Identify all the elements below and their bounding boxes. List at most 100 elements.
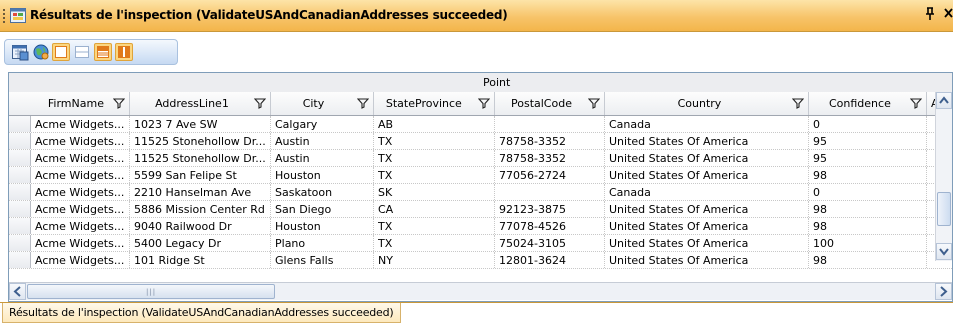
pin-icon[interactable] — [925, 7, 935, 25]
table-cell-country[interactable]: United States Of America — [609, 220, 807, 233]
table-cell-city[interactable]: Austin — [275, 152, 372, 165]
table-cell-stateprovince[interactable]: TX — [378, 169, 493, 182]
table-cell-firmname[interactable]: Acme Widgets... — [35, 203, 128, 216]
table-cell-city[interactable]: Houston — [275, 169, 372, 182]
table-cell-postalcode[interactable]: 75024-3105 — [499, 237, 603, 250]
table-cell-city[interactable]: Houston — [275, 220, 372, 233]
scroll-up-button[interactable] — [936, 92, 952, 109]
row-selector[interactable] — [9, 252, 31, 268]
column-header-country[interactable]: Country — [605, 92, 809, 115]
table-cell-city[interactable]: Austin — [275, 135, 372, 148]
table-cell-postalcode[interactable]: 77056-2724 — [499, 169, 603, 182]
vertical-scrollbar[interactable] — [935, 92, 952, 261]
filter-icon[interactable] — [909, 97, 923, 109]
table-cell-country[interactable]: United States Of America — [609, 254, 807, 267]
table-cell-addressline1[interactable]: 5886 Mission Center Rd — [134, 203, 269, 216]
table-cell-country[interactable]: Canada — [609, 186, 807, 199]
row-selector[interactable] — [9, 150, 31, 166]
table-cell-confidence[interactable]: 95 — [813, 135, 925, 148]
table-cell-postalcode[interactable]: 77078-4526 — [499, 220, 603, 233]
table-cell-postalcode[interactable]: 78758-3352 — [499, 135, 603, 148]
table-cell-postalcode[interactable]: 92123-3875 — [499, 203, 603, 216]
table-cell-firmname[interactable]: Acme Widgets... — [35, 118, 128, 131]
table-cell-stateprovince[interactable]: AB — [378, 118, 493, 131]
table-cell-postalcode[interactable]: 12801-3624 — [499, 254, 603, 267]
table-cell-stateprovince[interactable]: CA — [378, 203, 493, 216]
table-cell-addressline1[interactable]: 101 Ridge St — [134, 254, 269, 267]
layout-split-icon[interactable] — [94, 43, 112, 61]
row-selector[interactable] — [9, 133, 31, 149]
column-header-city[interactable]: City — [271, 92, 374, 115]
table-cell-addressline1[interactable]: 1023 7 Ave SW — [134, 118, 269, 131]
globe-icon[interactable] — [32, 43, 50, 61]
column-header-confidence[interactable]: Confidence — [809, 92, 927, 115]
layout-horizontal-icon[interactable] — [73, 43, 91, 61]
row-selector[interactable] — [9, 235, 31, 251]
table-cell-firmname[interactable]: Acme Widgets... — [35, 254, 128, 267]
column-header-postalcode[interactable]: PostalCode — [495, 92, 605, 115]
filter-icon[interactable] — [791, 97, 805, 109]
filter-icon[interactable] — [112, 97, 126, 109]
table-cell-confidence[interactable]: 98 — [813, 220, 925, 233]
table-cell-postalcode[interactable]: 78758-3352 — [499, 152, 603, 165]
horizontal-scroll-thumb[interactable]: ||| — [27, 284, 275, 299]
table-cell-country[interactable]: United States Of America — [609, 203, 807, 216]
tab-inspection-results[interactable]: Résultats de l'inspection (ValidateUSAnd… — [2, 303, 401, 323]
table-cell-confidence[interactable]: 98 — [813, 254, 925, 267]
row-selector[interactable] — [9, 167, 31, 183]
table-row[interactable]: Acme Widgets... 2210 Hanselman Ave Saskato… — [9, 184, 952, 201]
save-grid-icon[interactable] — [11, 43, 29, 61]
table-cell-city[interactable]: Glens Falls — [275, 254, 372, 267]
table-cell-country[interactable]: Canada — [609, 118, 807, 131]
table-cell-city[interactable]: Plano — [275, 237, 372, 250]
layout-vertical-icon[interactable] — [115, 43, 133, 61]
table-cell-addressline1[interactable]: 11525 Stonehollow Dr... — [134, 135, 269, 148]
table-cell-country[interactable]: United States Of America — [609, 237, 807, 250]
table-row[interactable]: Acme Widgets... 1023 7 Ave SW Calgary AB Can… — [9, 116, 952, 133]
table-row[interactable]: Acme Widgets... 5886 Mission Center Rd San… — [9, 201, 952, 218]
table-cell-firmname[interactable]: Acme Widgets... — [35, 186, 128, 199]
table-cell-addressline1[interactable]: 9040 Railwood Dr — [134, 220, 269, 233]
table-row[interactable]: Acme Widgets... 101 Ridge St Glens Falls NY… — [9, 252, 952, 269]
column-header-stateprovince[interactable]: StateProvince — [374, 92, 495, 115]
horizontal-scrollbar[interactable]: ||| — [9, 282, 952, 300]
table-cell-confidence[interactable]: 98 — [813, 169, 925, 182]
table-row[interactable]: Acme Widgets... 5400 Legacy Dr Plano TX 7502… — [9, 235, 952, 252]
row-selector[interactable] — [9, 184, 31, 200]
table-cell-confidence[interactable]: 95 — [813, 152, 925, 165]
table-cell-addressline1[interactable]: 5400 Legacy Dr — [134, 237, 269, 250]
table-cell-stateprovince[interactable]: TX — [378, 152, 493, 165]
filter-icon[interactable] — [587, 97, 601, 109]
table-cell-country[interactable]: United States Of America — [609, 152, 807, 165]
table-cell-city[interactable]: San Diego — [275, 203, 372, 216]
column-header-addressline1[interactable]: AddressLine1 — [130, 92, 271, 115]
table-cell-firmname[interactable]: Acme Widgets... — [35, 169, 128, 182]
table-cell-stateprovince[interactable]: TX — [378, 135, 493, 148]
table-cell-stateprovince[interactable]: SK — [378, 186, 493, 199]
table-cell-addressline1[interactable]: 5599 San Felipe St — [134, 169, 269, 182]
table-cell-city[interactable]: Calgary — [275, 118, 372, 131]
table-cell-stateprovince[interactable]: NY — [378, 254, 493, 267]
filter-icon[interactable] — [356, 97, 370, 109]
table-cell-city[interactable]: Saskatoon — [275, 186, 372, 199]
table-cell-confidence[interactable]: 0 — [813, 118, 925, 131]
row-selector[interactable] — [9, 218, 31, 234]
table-row[interactable]: Acme Widgets... 5599 San Felipe St Houston… — [9, 167, 952, 184]
table-cell-country[interactable]: United States Of America — [609, 135, 807, 148]
filter-icon[interactable] — [477, 97, 491, 109]
table-row[interactable]: Acme Widgets... 11525 Stonehollow Dr... Au… — [9, 133, 952, 150]
table-row[interactable]: Acme Widgets... 11525 Stonehollow Dr... Au… — [9, 150, 952, 167]
table-cell-firmname[interactable]: Acme Widgets... — [35, 152, 128, 165]
table-cell-firmname[interactable]: Acme Widgets... — [35, 237, 128, 250]
table-row[interactable]: Acme Widgets... 9040 Railwood Dr Houston TX… — [9, 218, 952, 235]
column-header-firmname[interactable]: FirmName — [31, 92, 130, 115]
row-selector[interactable] — [9, 116, 31, 132]
row-selector[interactable] — [9, 201, 31, 217]
filter-icon[interactable] — [253, 97, 267, 109]
layout-single-icon[interactable] — [52, 43, 70, 61]
close-icon[interactable] — [944, 6, 953, 24]
title-grip[interactable] — [3, 9, 7, 23]
table-cell-country[interactable]: United States Of America — [609, 169, 807, 182]
table-cell-addressline1[interactable]: 2210 Hanselman Ave — [134, 186, 269, 199]
scroll-right-button[interactable] — [935, 283, 952, 300]
